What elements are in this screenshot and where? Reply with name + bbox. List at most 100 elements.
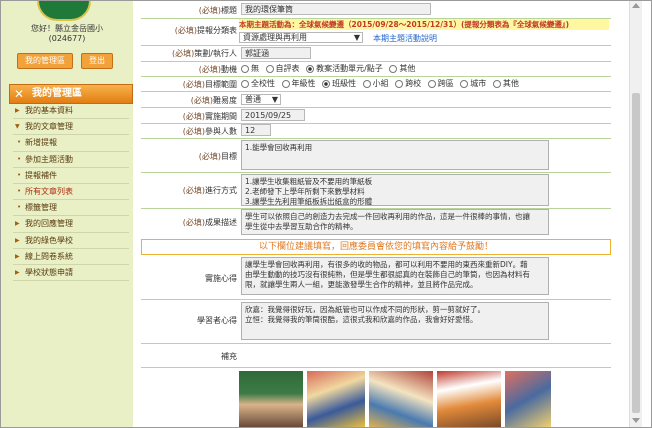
required-mark: (必填) [198,65,221,74]
menu-item-label: 參加主題活動 [25,154,73,164]
method-line: 1.讓學生收集粗紙管及不要用的筆紙板 [245,177,373,186]
menu-item-school-status[interactable]: ▶ 學校狀態申請 [13,265,129,282]
required-mark: (必填) [190,96,213,105]
title-input[interactable]: 我的環保筆筒 [241,3,431,15]
divider [141,91,611,92]
divider [141,76,611,77]
radio-label: 無 [251,64,259,73]
date-label: (必填)實施期間 [141,111,237,122]
reflection-line: 讓學生學會回收再利用，有很多的收的物品，都可以利用不要用的東西來重新DIY。藉 [245,260,528,269]
radio-label: 全校性 [251,79,275,88]
menu-item-new-report[interactable]: • 新增提報 [13,135,129,152]
user-greeting: 您好！縣立金岳國小 [31,24,103,33]
scroll-thumb[interactable] [632,93,640,413]
menu-item-label: 標籤管理 [25,203,57,213]
activity-photo-4[interactable] [437,371,501,427]
result-line: 學生可以依照自己的創造力去完成一件回收再利用的作品，這是一件很棒的事情，也讓 [245,212,530,221]
menu-item-supplement[interactable]: • 提報補件 [13,168,129,184]
required-mark: (必填) [182,218,205,227]
radio-motive-1[interactable] [265,64,274,73]
menu-item-all-articles[interactable]: • 所有文章列表 [13,184,129,201]
bullet-icon: • [17,203,22,212]
radio-scope-1[interactable] [281,79,290,88]
menu-item-label: 我的回應管理 [25,219,73,229]
tools-icon: ✕ [14,87,25,101]
school-logo [37,1,91,21]
divider [141,45,611,46]
menu-item-label: 所有文章列表 [25,186,73,196]
required-mark: (必填) [198,152,221,161]
radio-scope-6[interactable] [460,79,469,88]
menu-header: ✕ 我的管理區 [9,84,133,104]
reflection-textarea[interactable]: 讓學生學會回收再利用，有很多的收的物品，都可以利用不要用的東西來重新DIY。藉 … [241,257,549,295]
radio-scope-3[interactable] [362,79,371,88]
motive-radio-group: 無 自評表 教案活動單元/點子 其他 [237,63,415,74]
motive-label: (必填)動機 [141,64,237,75]
radio-label: 班級性 [332,79,357,88]
menu-item-replies[interactable]: ▶ 我的回應管理 [13,216,129,233]
learner-textarea[interactable]: 欣嘉：我覺得很好玩，因為紙管也可以作成不同的形狀，剪一剪就好了。 立恒：我覺得我… [241,302,549,340]
category-label: (必填)提報分類表 [141,25,237,36]
learner-line: 立恒：我覺得我的筆筒很酷，這很式我和欣嘉的作品，我會好好愛惜。 [245,315,478,324]
goal-textarea[interactable]: 1.能學會回收再利用 [241,140,549,170]
chevron-down-icon: ▼ [353,33,360,42]
menu-item-label: 我的基本資料 [25,106,73,115]
planner-input[interactable]: 郭証涵 [241,47,311,59]
scroll-down-icon[interactable] [632,418,640,423]
reflection-label: 實施心得 [141,273,237,284]
bullet-icon: • [17,138,22,147]
divider [141,61,611,62]
activity-info-link-text[interactable]: 本期主題活動說明 [373,34,437,43]
radio-motive-0[interactable] [241,64,249,73]
required-mark: (必填) [198,6,221,15]
article-form: (必填)標題 我的環保筆筒 (必填)提報分類表 本期主題活動為：全球氣候變遷（2… [141,1,611,427]
menu-item-tags[interactable]: • 標籤管理 [13,200,129,217]
required-mark: (必填) [182,186,205,195]
date-input[interactable]: 2015/09/25 [241,109,305,121]
learner-line: 欣嘉：我覺得很好玩，因為紙管也可以作成不同的形狀，剪一剪就好了。 [245,305,485,314]
people-input[interactable]: 12 [241,124,271,136]
chevron-down-icon: ▼ [271,95,278,104]
difficulty-select[interactable]: 普通 ▼ [241,94,281,105]
people-label: (必填)參與人數 [141,126,237,137]
category-select-value: 資源處理與再利用 [243,33,307,42]
radio-motive-2[interactable] [306,64,315,73]
result-line: 學生從中去學習互助合作的精神。 [245,222,358,231]
result-textarea[interactable]: 學生可以依照自己的創造力去完成一件回收再利用的作品，這是一件很棒的事情，也讓 學… [241,209,549,235]
required-mark: (必填) [182,127,205,136]
radio-label: 年級性 [291,79,316,88]
menu-item-green-school[interactable]: ▶ 我的綠色學校 [13,233,129,249]
sidebar: 您好！縣立金岳國小 (024677) 我的管理區 登出 ✕ 我的管理區 ▶ 我的基… [1,1,133,427]
activity-photo-5[interactable] [505,371,551,427]
reflection-line: 由學生動動的技巧沒有很純熟，但是學生都很認真的在裝飾自己的筆筒，也因為材料有 [245,270,530,279]
divider [141,299,611,300]
arrow-right-icon: ▶ [15,252,20,260]
category-notice: 本期主題活動為：全球氣候變遷（2015/09/28～2015/12/31）(提報… [239,19,609,30]
radio-motive-3[interactable] [389,64,398,73]
bullet-icon: • [17,154,22,163]
logout-button[interactable]: 登出 [81,53,113,69]
label-text: 進行方式 [205,186,237,195]
scope-radio-group: 全校性 年級性 班級性 小組 跨校 跨區 城市 其他 [237,78,519,89]
activity-photo-1[interactable] [239,371,303,427]
method-textarea[interactable]: 1.讓學生收集粗紙管及不要用的筆紙板 2.老師發下上學年所剩下來數學材料 3.讓… [241,174,549,206]
radio-scope-5[interactable] [427,79,436,88]
activity-photo-2[interactable] [307,371,365,427]
category-select[interactable]: 資源處理與再利用 ▼ [239,32,363,43]
radio-scope-7[interactable] [492,79,501,88]
menu-item-survey[interactable]: ▶ 線上問卷系統 [13,249,129,265]
radio-scope-0[interactable] [241,79,249,88]
radio-label: 跨校 [405,79,422,88]
radio-scope-2[interactable] [322,79,331,88]
arrow-down-icon: ▼ [15,123,20,131]
divider [141,343,611,344]
page-scrollbar[interactable] [629,1,642,427]
menu-item-article-manage[interactable]: ▼ 我的文章管理 [13,119,129,136]
menu-item-basic-info[interactable]: ▶ 我的基本資料 [13,103,129,120]
activity-photo-3[interactable] [369,371,433,427]
my-admin-button[interactable]: 我的管理區 [17,53,73,69]
radio-scope-4[interactable] [395,79,404,88]
menu-item-join-activity[interactable]: • 參加主題活動 [13,152,129,168]
activity-info-link[interactable]: 本期主題活動說明 [373,33,437,44]
scroll-up-icon[interactable] [632,3,640,8]
